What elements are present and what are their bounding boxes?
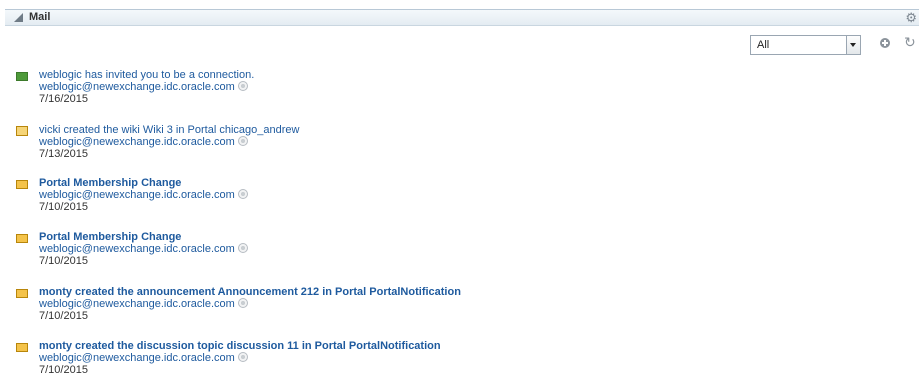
mail-sender-address[interactable]: weblogic@newexchange.idc.oracle.com — [39, 81, 235, 93]
panel-title: Mail — [29, 11, 51, 23]
mail-date: 7/10/2015 — [39, 201, 88, 213]
presence-icon — [237, 298, 248, 308]
envelope-icon — [16, 234, 28, 243]
mail-date: 7/10/2015 — [39, 255, 88, 267]
envelope-icon — [16, 289, 28, 298]
presence-icon — [237, 243, 248, 253]
mail-sender[interactable]: weblogic@newexchange.idc.oracle.com — [39, 298, 248, 310]
refresh-icon[interactable]: ↻ — [904, 34, 916, 50]
mail-item[interactable]: Portal Membership Change weblogic@newexc… — [0, 231, 700, 271]
envelope-icon — [16, 180, 28, 189]
filter-select[interactable]: All — [750, 35, 861, 55]
filter-select-value: All — [757, 39, 770, 51]
add-icon[interactable] — [880, 38, 890, 48]
mail-subject[interactable]: Portal Membership Change — [39, 231, 181, 243]
presence-icon — [237, 352, 248, 362]
presence-icon — [237, 136, 248, 146]
mail-item[interactable]: Portal Membership Change weblogic@newexc… — [0, 177, 700, 217]
mail-sender-address[interactable]: weblogic@newexchange.idc.oracle.com — [39, 243, 235, 255]
presence-icon — [237, 81, 248, 91]
mail-subject[interactable]: weblogic has invited you to be a connect… — [39, 69, 254, 81]
mail-item[interactable]: monty created the discussion topic discu… — [0, 340, 700, 380]
invite-icon — [16, 72, 28, 81]
mail-sender-address[interactable]: weblogic@newexchange.idc.oracle.com — [39, 189, 235, 201]
mail-sender[interactable]: weblogic@newexchange.idc.oracle.com — [39, 243, 248, 255]
mail-date: 7/10/2015 — [39, 364, 88, 376]
mail-sender[interactable]: weblogic@newexchange.idc.oracle.com — [39, 189, 248, 201]
mail-sender[interactable]: weblogic@newexchange.idc.oracle.com — [39, 136, 248, 148]
mail-subject[interactable]: Portal Membership Change — [39, 177, 181, 189]
mail-date: 7/13/2015 — [39, 148, 88, 160]
mail-item[interactable]: vicki created the wiki Wiki 3 in Portal … — [0, 124, 700, 164]
mail-sender-address[interactable]: weblogic@newexchange.idc.oracle.com — [39, 352, 235, 364]
mail-subject[interactable]: vicki created the wiki Wiki 3 in Portal … — [39, 124, 299, 136]
presence-icon — [237, 189, 248, 199]
mail-subject[interactable]: monty created the announcement Announcem… — [39, 286, 461, 298]
collapse-icon[interactable] — [14, 13, 23, 22]
gear-icon[interactable]: ⚙ — [905, 10, 917, 25]
mail-date: 7/10/2015 — [39, 310, 88, 322]
mail-sender[interactable]: weblogic@newexchange.idc.oracle.com — [39, 352, 248, 364]
mail-sender-address[interactable]: weblogic@newexchange.idc.oracle.com — [39, 298, 235, 310]
mail-sender[interactable]: weblogic@newexchange.idc.oracle.com — [39, 81, 248, 93]
mail-item[interactable]: weblogic has invited you to be a connect… — [0, 69, 700, 109]
chevron-down-icon[interactable] — [846, 36, 860, 54]
mail-date: 7/16/2015 — [39, 93, 88, 105]
envelope-icon — [16, 343, 28, 352]
mail-sender-address[interactable]: weblogic@newexchange.idc.oracle.com — [39, 136, 235, 148]
mail-item[interactable]: monty created the announcement Announcem… — [0, 286, 700, 326]
panel-header: Mail ⚙ — [5, 9, 919, 26]
envelope-open-icon — [16, 126, 28, 136]
mail-subject[interactable]: monty created the discussion topic discu… — [39, 340, 441, 352]
